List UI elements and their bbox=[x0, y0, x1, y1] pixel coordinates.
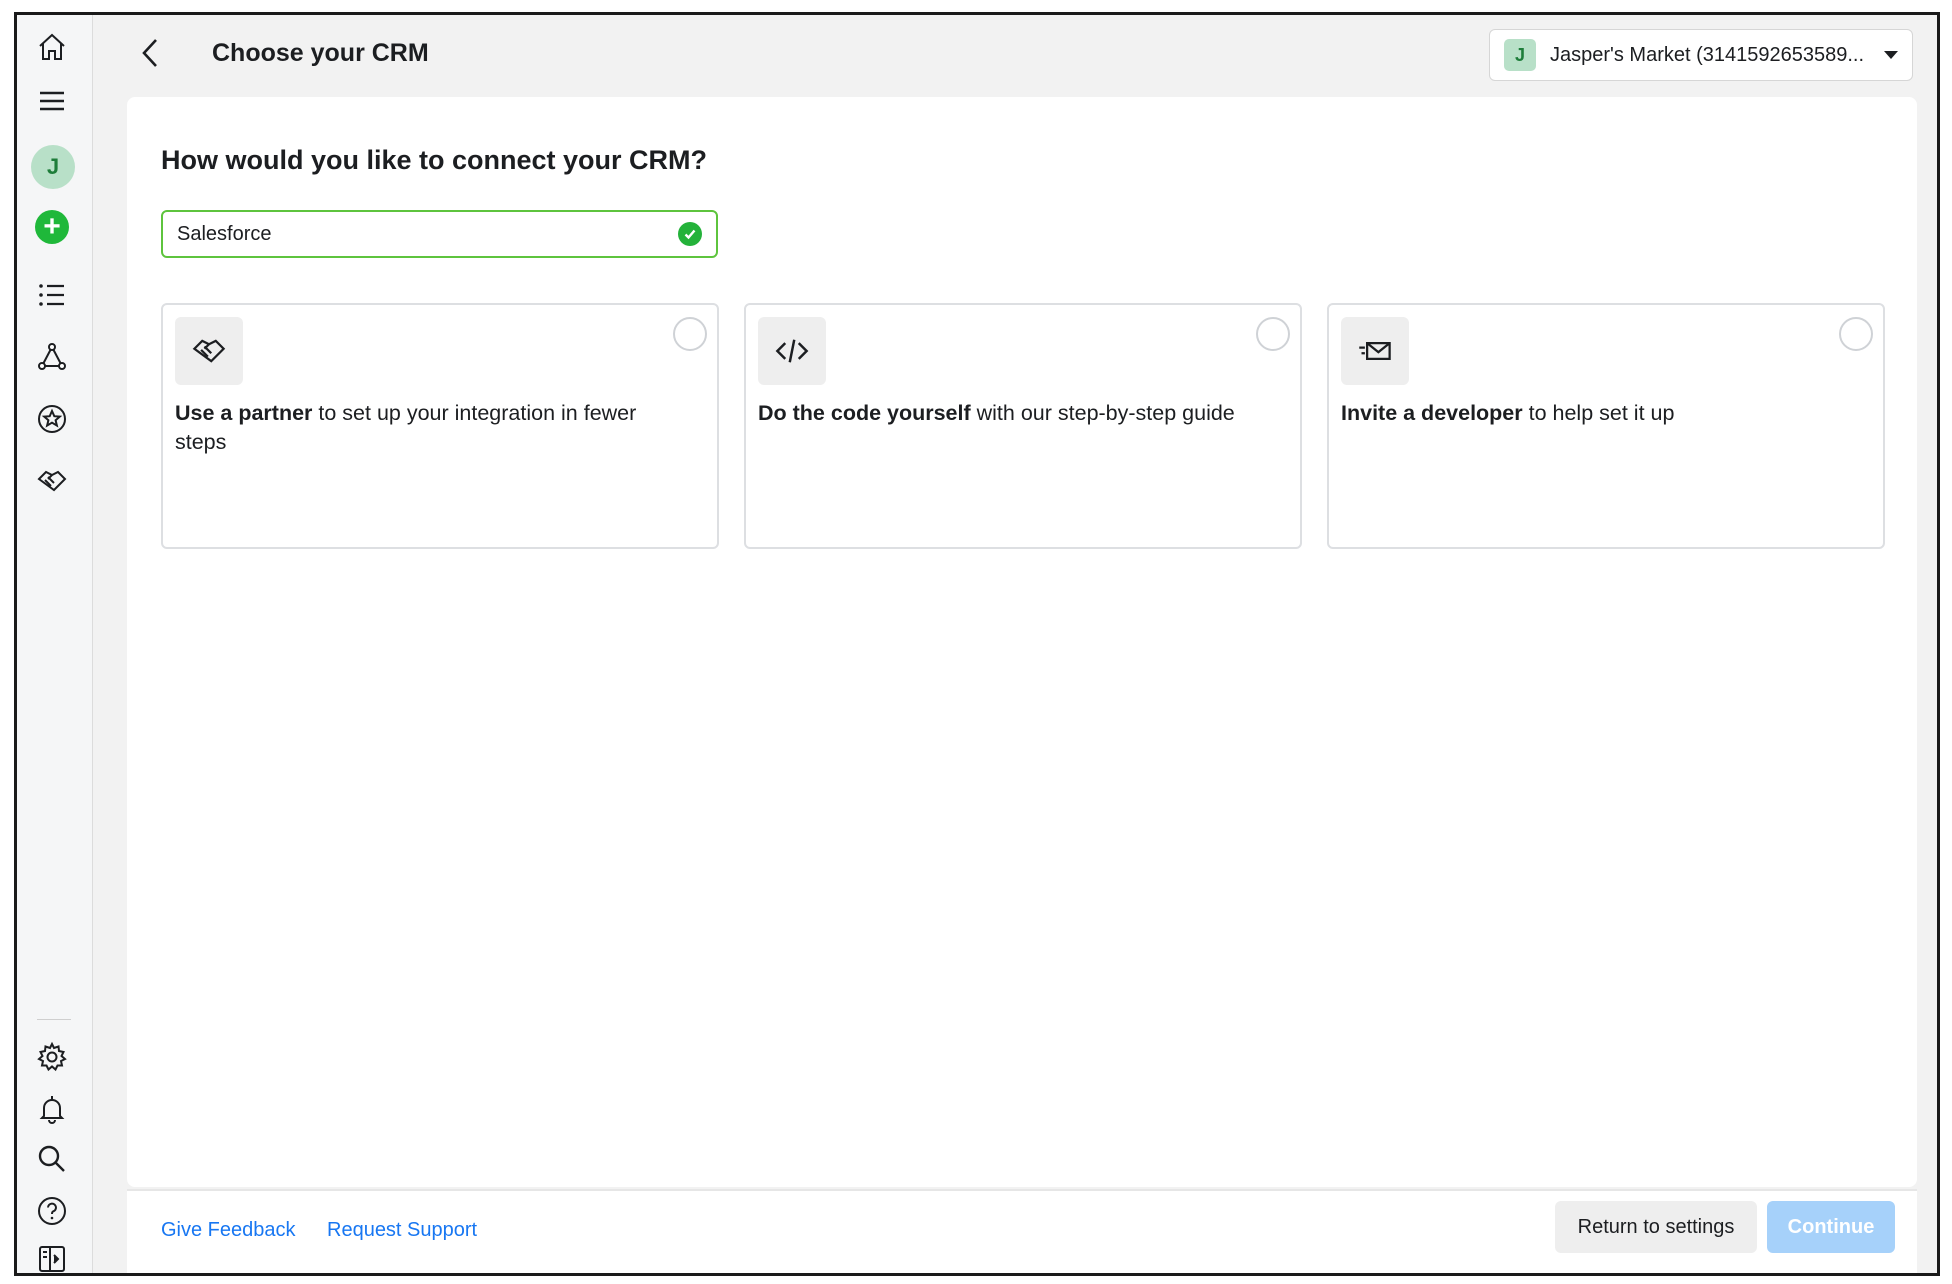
chevron-left-icon bbox=[142, 39, 157, 67]
envelope-icon bbox=[1341, 317, 1409, 385]
continue-button[interactable]: Continue bbox=[1767, 1201, 1895, 1253]
option-label: Use a partner to set up your integration… bbox=[175, 401, 637, 454]
request-support-link[interactable]: Request Support bbox=[327, 1219, 477, 1242]
option-label: Do the code yourself with our step-by-st… bbox=[758, 401, 1235, 425]
handshake-icon bbox=[175, 317, 243, 385]
option-radio[interactable] bbox=[673, 317, 707, 351]
back-button[interactable] bbox=[134, 35, 166, 71]
header: Choose your CRM J Jasper's Market (31415… bbox=[94, 15, 1937, 95]
account-badge: J bbox=[1504, 39, 1536, 71]
sidebar: J + bbox=[17, 15, 93, 1273]
avatar[interactable]: J bbox=[31, 145, 75, 189]
sidebar-divider bbox=[37, 1019, 71, 1020]
search-icon[interactable] bbox=[34, 1141, 70, 1177]
option-use-partner[interactable]: Use a partner to set up your integration… bbox=[161, 303, 719, 549]
crm-select-input[interactable]: Salesforce bbox=[161, 210, 718, 258]
option-radio[interactable] bbox=[1256, 317, 1290, 351]
option-code-yourself[interactable]: Do the code yourself with our step-by-st… bbox=[744, 303, 1302, 549]
crm-input-value: Salesforce bbox=[177, 222, 272, 245]
return-to-settings-button[interactable]: Return to settings bbox=[1555, 1201, 1757, 1253]
account-selector[interactable]: J Jasper's Market (3141592653589... bbox=[1489, 29, 1913, 81]
connection-options: Use a partner to set up your integration… bbox=[161, 303, 1885, 549]
menu-icon[interactable] bbox=[34, 83, 70, 119]
app-window: J + Choose your CRM J Jasper's Market (3… bbox=[14, 12, 1940, 1276]
star-icon[interactable] bbox=[34, 401, 70, 437]
caret-down-icon bbox=[1884, 51, 1898, 59]
main-panel: How would you like to connect your CRM? … bbox=[127, 97, 1917, 1187]
handshake-icon[interactable] bbox=[34, 463, 70, 499]
avatar-initial: J bbox=[31, 145, 75, 189]
create-icon[interactable]: + bbox=[34, 209, 70, 245]
check-icon bbox=[678, 222, 702, 246]
home-icon[interactable] bbox=[34, 29, 70, 65]
sidebar-toggle-icon[interactable] bbox=[34, 1241, 70, 1273]
connect-question: How would you like to connect your CRM? bbox=[161, 145, 708, 175]
account-name: Jasper's Market (3141592653589... bbox=[1550, 43, 1865, 66]
page-title: Choose your CRM bbox=[212, 39, 429, 67]
list-icon[interactable] bbox=[34, 277, 70, 313]
code-icon bbox=[758, 317, 826, 385]
option-invite-developer[interactable]: Invite a developer to help set it up bbox=[1327, 303, 1885, 549]
graph-icon[interactable] bbox=[34, 339, 70, 375]
bell-icon[interactable] bbox=[34, 1091, 70, 1127]
help-icon[interactable] bbox=[34, 1193, 70, 1229]
option-radio[interactable] bbox=[1839, 317, 1873, 351]
give-feedback-link[interactable]: Give Feedback bbox=[161, 1219, 296, 1242]
gear-icon[interactable] bbox=[34, 1039, 70, 1075]
option-label: Invite a developer to help set it up bbox=[1341, 401, 1675, 425]
footer: Give Feedback Request Support Return to … bbox=[127, 1189, 1917, 1273]
